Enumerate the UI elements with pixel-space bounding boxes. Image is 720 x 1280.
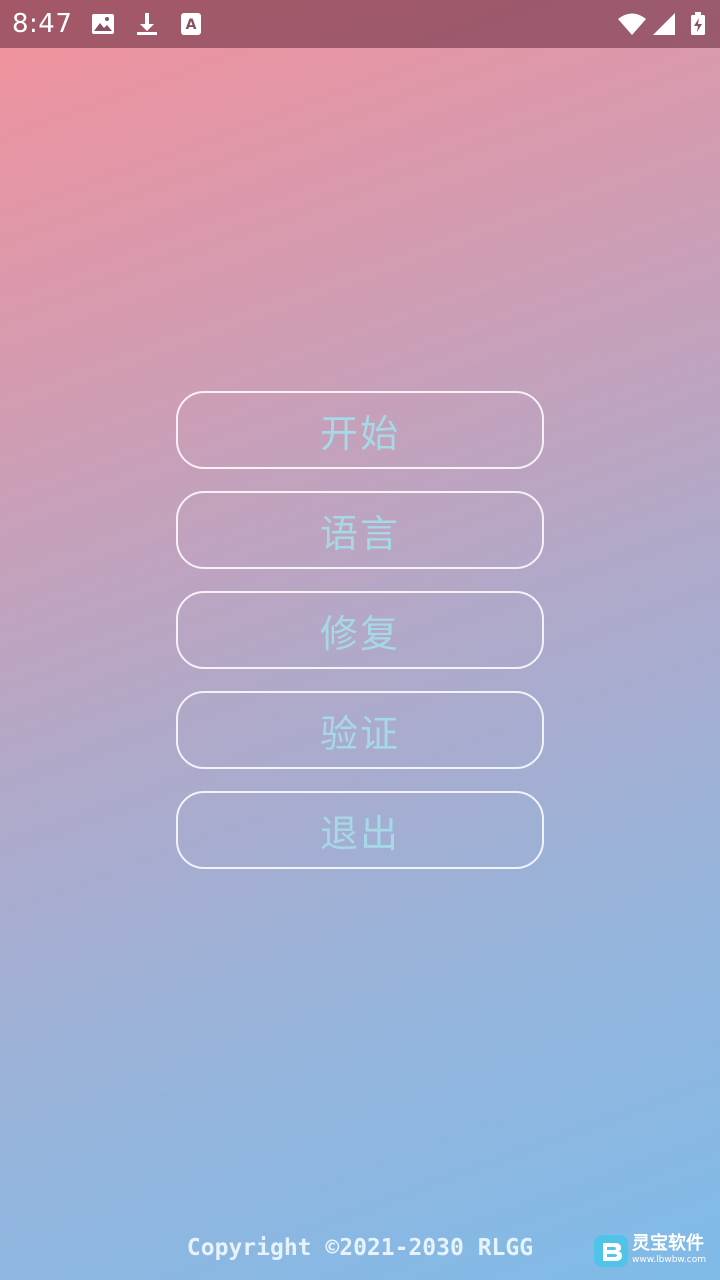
font-a-icon: A	[179, 12, 203, 36]
main-menu: 开始 语言 修复 验证 退出	[176, 391, 544, 891]
watermark: 灵宝软件 www.lbwbw.com	[594, 1233, 714, 1269]
battery-charging-icon	[690, 12, 706, 36]
start-button[interactable]: 开始	[176, 391, 544, 469]
status-bar: 8:47 A	[0, 0, 720, 48]
verify-button[interactable]: 验证	[176, 691, 544, 769]
download-icon	[135, 12, 159, 36]
svg-text:A: A	[186, 17, 197, 33]
status-time: 8:47	[12, 9, 73, 39]
signal-icon	[652, 12, 676, 36]
watermark-title: 灵宝软件	[632, 1233, 704, 1254]
watermark-url: www.lbwbw.com	[632, 1255, 707, 1265]
image-icon	[91, 12, 115, 36]
wifi-icon	[617, 12, 647, 36]
exit-button[interactable]: 退出	[176, 791, 544, 869]
repair-button[interactable]: 修复	[176, 591, 544, 669]
watermark-logo-icon	[594, 1235, 628, 1267]
language-button[interactable]: 语言	[176, 491, 544, 569]
